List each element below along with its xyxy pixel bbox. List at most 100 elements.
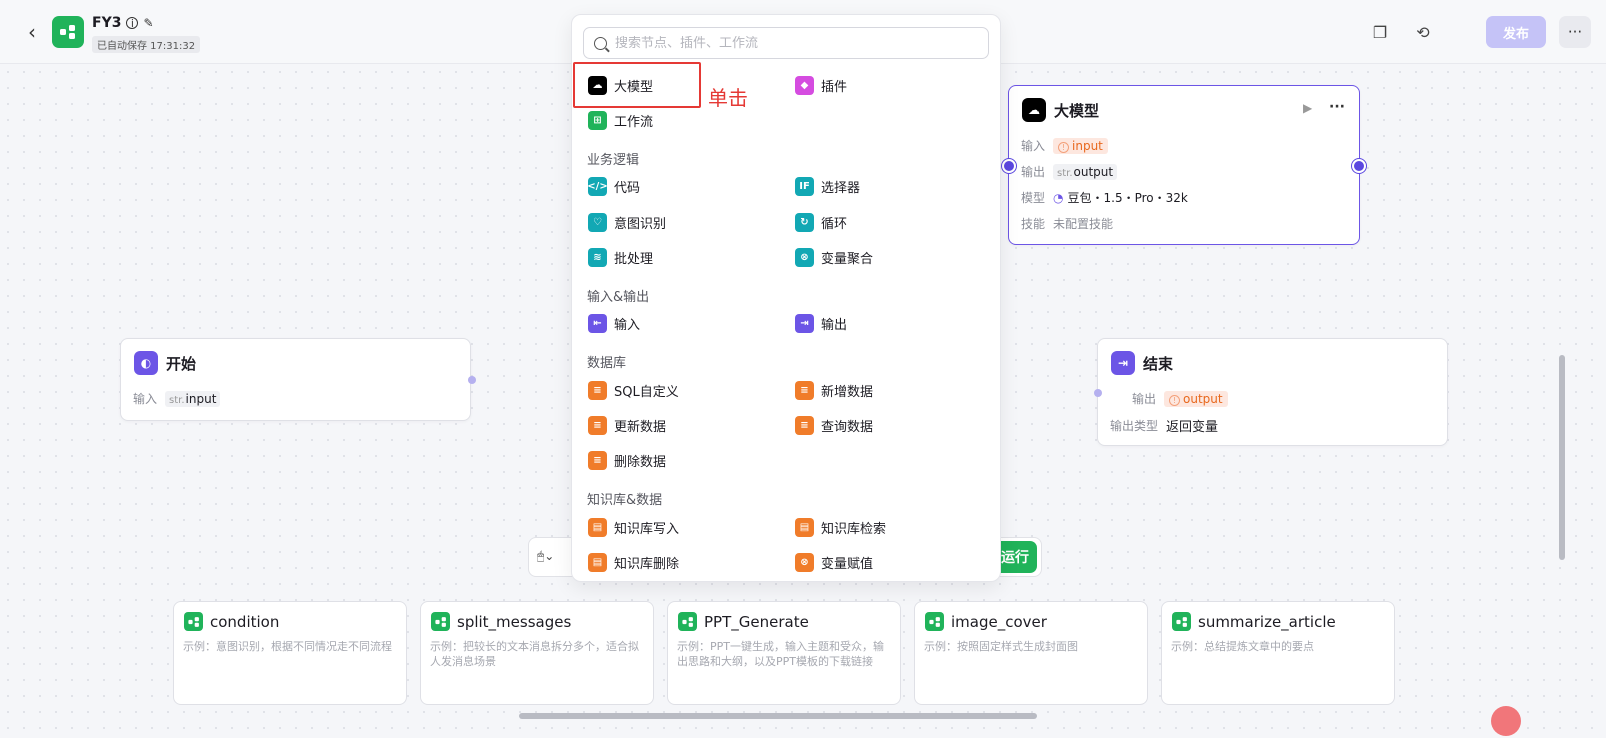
section-database: 数据库 <box>587 356 627 371</box>
workflow-icon <box>52 16 84 48</box>
variable-assign-icon: ⊗ <box>795 553 814 572</box>
end-input-port[interactable] <box>1094 389 1102 397</box>
menu-item-input[interactable]: ⇤ 输入 <box>588 314 640 333</box>
history-icon[interactable]: ⟲ <box>1408 17 1438 47</box>
workflow-icon <box>184 612 203 631</box>
node-search-field[interactable] <box>583 27 989 59</box>
menu-item-llm[interactable]: ☁ 大模型 <box>588 76 653 95</box>
chevron-left-icon[interactable]: ‹ <box>22 20 42 44</box>
menu-item-plugin[interactable]: ◆ 插件 <box>795 76 847 95</box>
section-input-output: 输入&输出 <box>587 290 650 305</box>
menu-item-workflow[interactable]: ⊞ 工作流 <box>588 111 653 130</box>
horizontal-scrollbar[interactable] <box>519 713 1037 719</box>
copy-icon[interactable]: ❐ <box>1365 17 1395 47</box>
llm-output-port[interactable] <box>1352 159 1366 173</box>
menu-item-update-data[interactable]: ≡ 更新数据 <box>588 416 666 435</box>
info-icon[interactable]: i <box>126 17 139 29</box>
more-button[interactable]: ··· <box>1559 16 1591 48</box>
menu-item-label: 选择器 <box>821 181 861 196</box>
edit-icon[interactable]: ✎ <box>143 16 153 30</box>
llm-output-tag: str.output <box>1053 163 1118 180</box>
template-desc: 示例：PPT一键生成，输入主题和受众，输出思路和大纲，以及PPT模板的下载链接 <box>677 640 884 668</box>
node-more-icon[interactable]: ··· <box>1329 99 1345 115</box>
template-card-split-messages[interactable]: split_messages 示例：把较长的文本消息拆分多个，适合拟人发消息场景 <box>420 601 654 705</box>
template-desc: 示例：意图识别，根据不同情况走不同流程 <box>183 640 392 653</box>
template-desc: 示例：把较长的文本消息拆分多个，适合拟人发消息场景 <box>430 640 639 668</box>
end-node[interactable]: ⇥ 结束 输出 ! output 输出类型 返回变量 <box>1094 338 1448 446</box>
menu-item-intent[interactable]: ♡ 意图识别 <box>588 213 666 232</box>
start-node-title: 开始 <box>166 354 197 373</box>
menu-item-label: 代码 <box>614 181 641 196</box>
end-type-label: 输出类型 <box>1110 419 1159 433</box>
section-knowledge: 知识库&数据 <box>587 493 663 508</box>
workflow-name: FY3 <box>92 15 122 31</box>
menu-item-query-data[interactable]: ≡ 查询数据 <box>795 416 873 435</box>
menu-item-label: 意图识别 <box>614 217 667 232</box>
menu-item-label: 批处理 <box>614 252 654 267</box>
assistant-avatar[interactable] <box>1491 706 1521 736</box>
run-node-icon[interactable]: ▶ <box>1303 101 1312 115</box>
template-card-ppt-generate[interactable]: PPT_Generate 示例：PPT一键生成，输入主题和受众，输出思路和大纲，… <box>667 601 901 705</box>
start-node[interactable]: ◐ 开始 输入 str.input <box>120 338 476 421</box>
menu-item-knowledge-search[interactable]: ▤ 知识库检索 <box>795 518 886 537</box>
template-title: condition <box>210 612 280 631</box>
llm-node[interactable]: ☁ 大模型 ▶ ··· 输入 ! input 输出 str.output 模型 ◔… <box>1002 85 1366 245</box>
llm-input-tag: ! input <box>1053 137 1108 154</box>
menu-item-label: 输入 <box>614 318 641 333</box>
end-type-value: 返回变量 <box>1166 420 1219 435</box>
database-query-icon: ≡ <box>795 416 814 435</box>
llm-node-title: 大模型 <box>1054 101 1100 120</box>
menu-item-delete-data[interactable]: ≡ 删除数据 <box>588 451 666 470</box>
menu-item-label: 输出 <box>821 318 848 333</box>
menu-item-loop[interactable]: ↻ 循环 <box>795 213 847 232</box>
publish-button[interactable]: 发布 <box>1486 16 1546 48</box>
node-search-input[interactable] <box>615 35 975 51</box>
menu-item-label: 更新数据 <box>614 420 667 435</box>
llm-skill-value: 未配置技能 <box>1053 217 1114 231</box>
menu-item-variable-merge[interactable]: ⊗ 变量聚合 <box>795 248 873 267</box>
template-card-condition[interactable]: condition 示例：意图识别，根据不同情况走不同流程 <box>173 601 407 705</box>
menu-item-batch[interactable]: ≋ 批处理 <box>588 248 653 267</box>
run-label: 运行 <box>1001 550 1029 566</box>
menu-item-label: SQL自定义 <box>614 385 679 400</box>
start-icon: ◐ <box>134 351 158 375</box>
menu-item-output[interactable]: ⇥ 输出 <box>795 314 847 333</box>
llm-output-label: 输出 <box>1021 165 1046 179</box>
llm-model-label: 模型 <box>1021 191 1046 205</box>
template-title: summarize_article <box>1198 612 1336 631</box>
knowledge-delete-icon: ▤ <box>588 553 607 572</box>
menu-item-variable-assign[interactable]: ⊗ 变量赋值 <box>795 553 873 572</box>
plugin-icon: ◆ <box>795 76 814 95</box>
template-desc: 示例：按照固定样式生成封面图 <box>924 640 1078 653</box>
menu-item-label: 插件 <box>821 80 848 95</box>
template-title: PPT_Generate <box>704 612 809 631</box>
end-output-label: 输出 <box>1132 392 1157 406</box>
menu-item-label: 删除数据 <box>614 455 667 470</box>
llm-input-port[interactable] <box>1002 159 1016 173</box>
menu-item-code[interactable]: </> 代码 <box>587 177 641 196</box>
llm-skill-label: 技能 <box>1021 217 1046 231</box>
menu-item-knowledge-delete[interactable]: ▤ 知识库删除 <box>588 553 679 572</box>
database-add-icon: ≡ <box>795 381 814 400</box>
llm-icon: ☁ <box>588 76 607 95</box>
menu-item-sql[interactable]: ≡ SQL自定义 <box>588 381 679 400</box>
start-input-label: 输入 <box>133 392 158 406</box>
template-card-summarize-article[interactable]: summarize_article 示例：总结提炼文章中的要点 <box>1161 601 1395 705</box>
batch-icon: ≋ <box>588 248 607 267</box>
mouse-mode-icon[interactable]: 🖱⌄ <box>537 549 565 567</box>
menu-item-knowledge-write[interactable]: ▤ 知识库写入 <box>588 518 679 537</box>
menu-item-add-data[interactable]: ≡ 新增数据 <box>795 381 873 400</box>
click-annotation: 单击 <box>708 86 748 110</box>
start-output-port[interactable] <box>468 376 476 384</box>
menu-item-label: 大模型 <box>614 80 654 95</box>
template-card-image-cover[interactable]: image_cover 示例：按照固定样式生成封面图 <box>914 601 1148 705</box>
vertical-scrollbar[interactable] <box>1559 355 1565 560</box>
knowledge-write-icon: ▤ <box>588 518 607 537</box>
menu-item-label: 知识库写入 <box>614 522 680 537</box>
workflow-icon <box>925 612 944 631</box>
menu-item-selector[interactable]: IF 选择器 <box>795 177 860 196</box>
menu-item-label: 工作流 <box>614 115 654 130</box>
workflow-icon: ⊞ <box>588 111 607 130</box>
add-node-menu: ☁ 大模型 ◆ 插件 ⊞ 工作流 业务逻辑 </>代码 IF选择器 ♡意图识别 … <box>571 14 1001 582</box>
template-title: split_messages <box>457 612 572 631</box>
